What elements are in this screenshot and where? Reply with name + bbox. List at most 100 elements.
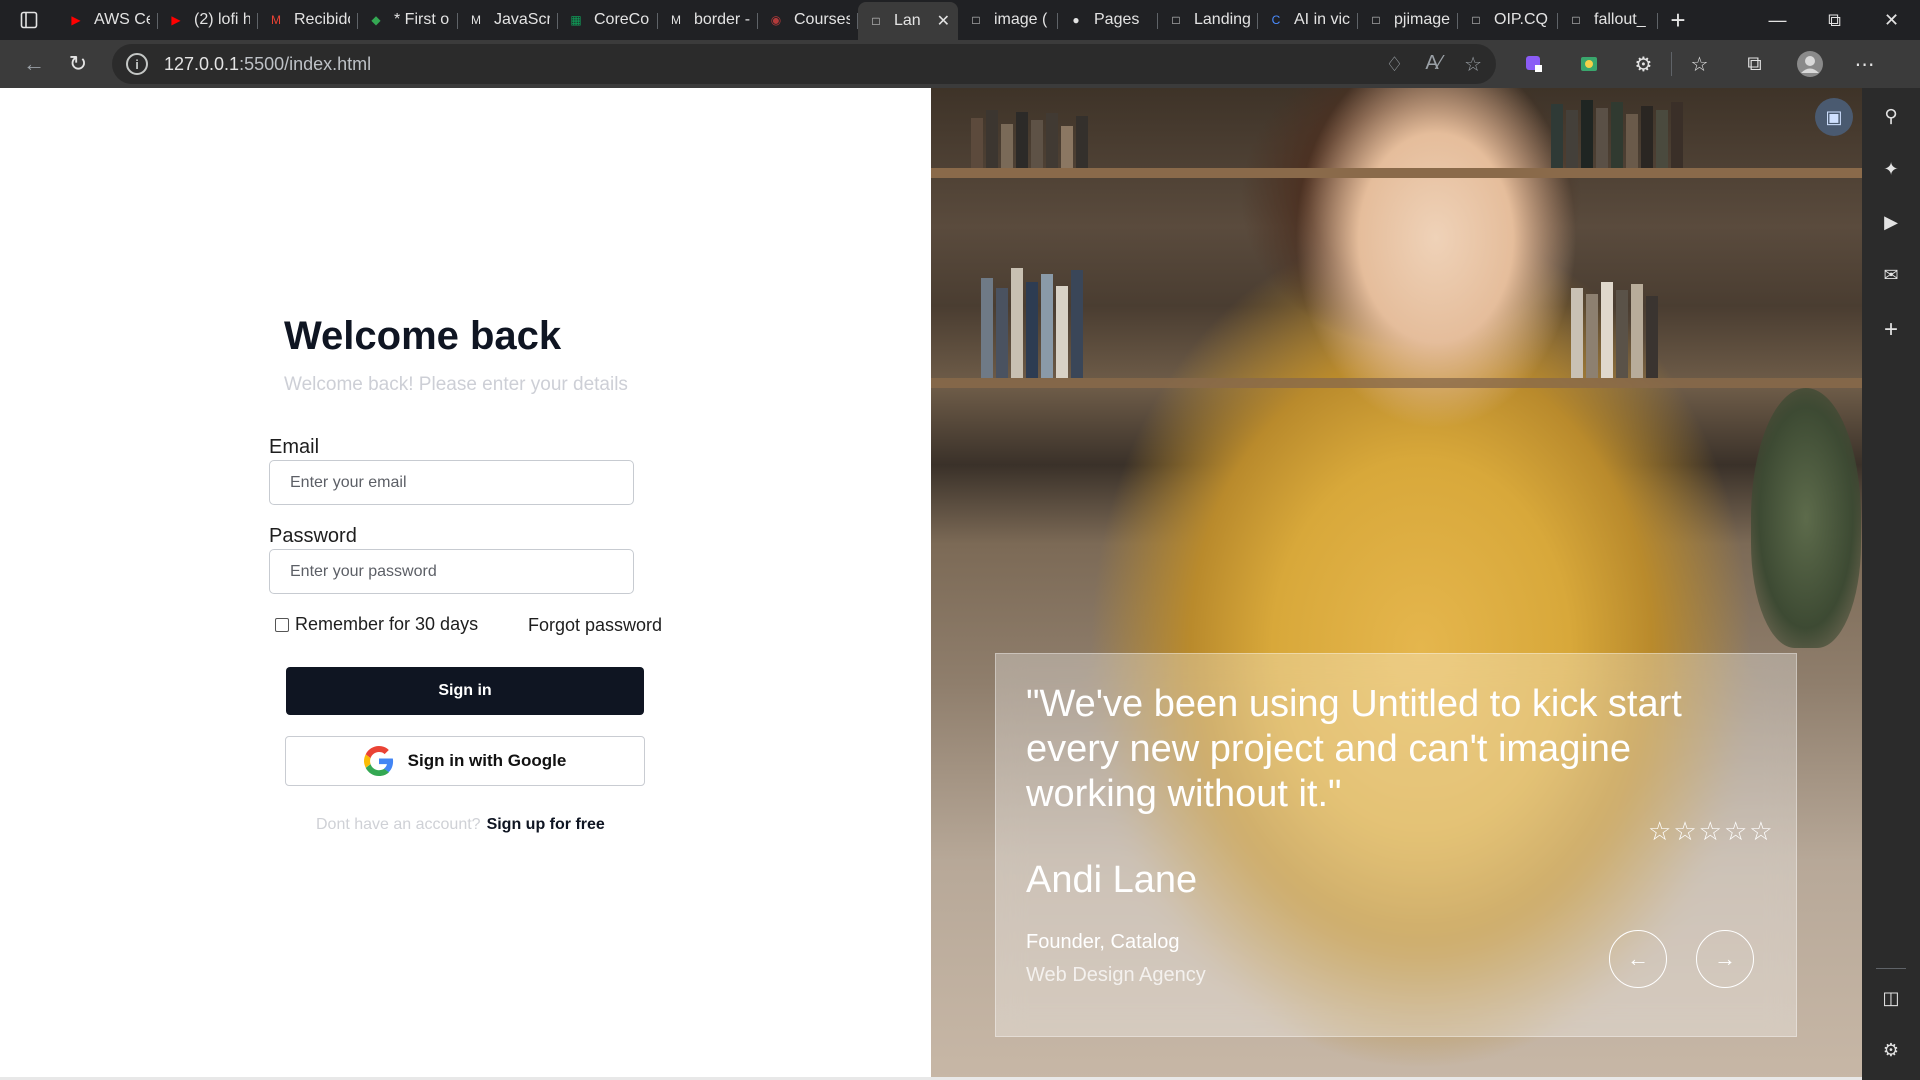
minimize-icon: — (1768, 9, 1787, 30)
copilot-extension-icon[interactable] (1506, 44, 1561, 84)
page-icon: □ (872, 14, 880, 28)
bookshelf (931, 168, 1862, 178)
browser-tab[interactable]: □ pjimage (1358, 3, 1458, 37)
refresh-button[interactable]: ↻ (56, 44, 100, 84)
site-info-icon[interactable]: i (126, 53, 148, 75)
next-testimonial-button[interactable]: → (1696, 930, 1754, 988)
close-tab-icon[interactable]: ✕ (937, 11, 950, 31)
image-extension-icon[interactable] (1561, 44, 1616, 84)
rating-stars: ☆ ☆ ☆ ☆ ☆ (1648, 816, 1773, 847)
extensions-icon[interactable]: ⚙ (1616, 44, 1671, 84)
hero-image-panel: ▣ "We've been using Untitled to kick sta… (931, 88, 1862, 1080)
browser-tab[interactable]: ● Pages (1058, 3, 1158, 37)
sidebar-games-icon[interactable]: ▶ (1862, 202, 1920, 242)
browser-tab[interactable]: M JavaScri (458, 3, 558, 37)
bookshelf (931, 378, 1862, 388)
sidebar-outlook-icon[interactable]: ✉ (1862, 255, 1920, 295)
testimonial-name: Andi Lane (1026, 859, 1198, 901)
close-icon: ✕ (1883, 9, 1900, 30)
tab-actions-icon (20, 11, 38, 29)
favorites-icon[interactable]: ☆ (1672, 44, 1727, 84)
youtube-icon: ▶ (171, 13, 181, 27)
browser-tab-strip: ▶ AWS Ce ▶ (2) lofi h M Recibido ◆ * First o M Ja… (0, 0, 1920, 40)
url-text[interactable]: 127.0.0.1:5500/index.html (164, 54, 1385, 75)
tab-title: Courses (794, 11, 850, 28)
address-bar[interactable]: i 127.0.0.1:5500/index.html ♢ A⁄ ☆ (112, 44, 1496, 84)
browser-tab[interactable]: □ fallout_ (1558, 3, 1658, 37)
restore-button[interactable]: ⧉ (1806, 0, 1863, 40)
minimize-button[interactable]: — (1749, 0, 1806, 40)
browser-tab[interactable]: ◆ * First o (358, 3, 458, 37)
sidebar-search-icon[interactable]: ⚲ (1862, 96, 1920, 136)
sidebar-copilot-icon[interactable]: ✦ (1862, 149, 1920, 189)
mdn-icon: M (471, 13, 481, 27)
sheet-icon: ▦ (570, 13, 582, 27)
plant (1751, 388, 1861, 648)
password-field[interactable] (269, 549, 634, 594)
visual-search-button[interactable]: ▣ (1815, 98, 1853, 136)
star-icon: ☆ (1648, 816, 1672, 846)
sidebar-settings-icon[interactable]: ⚙ (1862, 1030, 1920, 1070)
browser-tab[interactable]: □ Lan ✕ (858, 2, 958, 40)
books (981, 263, 1083, 378)
mdn-icon: M (671, 13, 681, 27)
no-account-text: Dont have an account? (316, 816, 481, 833)
star-icon: ☆ (1698, 816, 1722, 846)
remember-checkbox[interactable] (275, 617, 289, 632)
login-panel: Welcome back Welcome back! Please enter … (0, 88, 931, 1080)
testimonial-card: "We've been using Untitled to kick start… (995, 653, 1797, 1037)
star-icon: ☆ (1749, 816, 1773, 846)
password-label: Password (269, 525, 357, 547)
github-icon: ● (1072, 13, 1080, 27)
tab-title: AI in vic (1294, 11, 1350, 28)
previous-testimonial-button[interactable]: ← (1609, 930, 1667, 988)
google-sign-in-button[interactable]: Sign in with Google (285, 736, 645, 786)
browser-tab[interactable]: □ image ( (958, 3, 1058, 37)
browser-tab[interactable]: ▶ AWS Ce (58, 3, 158, 37)
sign-up-link[interactable]: Sign up for free (487, 816, 605, 833)
tab-title: pjimage (1394, 11, 1450, 28)
sidebar-hide-icon[interactable]: ◫ (1862, 978, 1920, 1018)
remember-label: Remember for 30 days (295, 614, 479, 634)
tab-title: CoreCou (594, 11, 650, 28)
browser-tab[interactable]: ▶ (2) lofi h (158, 3, 258, 37)
sign-in-button[interactable]: Sign in (286, 667, 644, 715)
browser-tab[interactable]: Mborder - (658, 3, 758, 37)
browser-tab[interactable]: M Recibido (258, 3, 358, 37)
tracking-prevention-icon[interactable]: ♢ (1385, 52, 1403, 77)
new-tab-button[interactable]: + (1658, 0, 1698, 40)
refresh-icon: ↻ (68, 51, 88, 76)
page-icon: □ (1372, 13, 1380, 27)
browser-tab[interactable]: ◉ Courses (758, 3, 858, 37)
forgot-password-link[interactable]: Forgot password (528, 615, 662, 636)
add-favorite-icon[interactable]: ☆ (1464, 52, 1482, 77)
more-options-icon[interactable]: ⋯ (1837, 44, 1892, 84)
tab-actions-button[interactable] (0, 0, 58, 40)
tab-title: * First o (394, 11, 450, 28)
books (1551, 98, 1683, 168)
browser-tab[interactable]: C AI in vic (1258, 3, 1358, 37)
page-icon: □ (1572, 13, 1580, 27)
testimonial-role: Founder, Catalog (1026, 931, 1180, 953)
google-sign-in-label: Sign in with Google (407, 751, 567, 770)
tab-title: JavaScri (494, 11, 550, 28)
read-aloud-icon[interactable]: A⁄ (1425, 52, 1442, 77)
browser-tab[interactable]: □ Landing (1158, 3, 1258, 37)
tab-title: OIP.CQ (1494, 11, 1548, 28)
email-field[interactable] (269, 460, 634, 505)
tab-title: image ( (994, 11, 1048, 28)
star-icon: ☆ (1723, 816, 1748, 846)
profile-avatar[interactable] (1782, 44, 1837, 84)
omnibox-icons: ♢ A⁄ ☆ (1385, 52, 1482, 77)
browser-tab[interactable]: ▦ CoreCou (558, 3, 658, 37)
close-window-button[interactable]: ✕ (1863, 0, 1920, 40)
sidebar-add-icon[interactable]: + (1862, 310, 1920, 350)
tab-title: Pages (1094, 11, 1140, 28)
back-button[interactable]: ← (12, 44, 56, 84)
collections-icon[interactable]: ⧉ (1727, 44, 1782, 84)
youtube-icon: ▶ (71, 13, 81, 27)
gmail-icon: M (271, 13, 281, 27)
remember-me[interactable]: Remember for 30 days (275, 614, 478, 635)
browser-tab[interactable]: □ OIP.CQ (1458, 3, 1558, 37)
books (971, 108, 1088, 168)
